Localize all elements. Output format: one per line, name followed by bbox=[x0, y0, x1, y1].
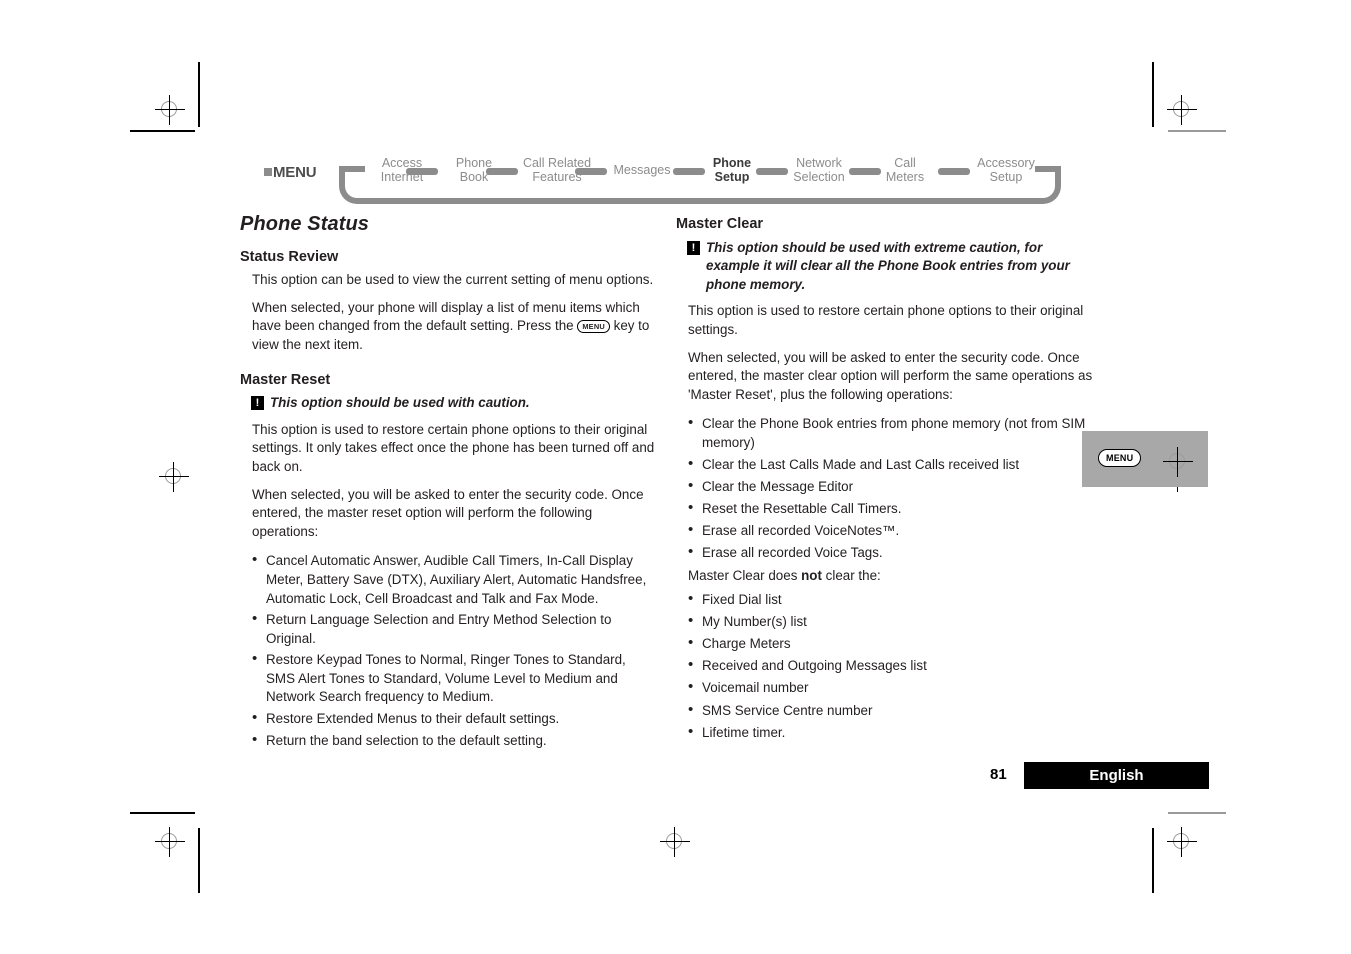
nav-item-line1: Phone bbox=[455, 156, 493, 170]
list-item: SMS Service Centre number bbox=[676, 701, 1094, 721]
nav-item-line1: Accessory bbox=[977, 156, 1035, 170]
nav-item-phone-setup[interactable]: Phone Setup bbox=[702, 156, 762, 184]
registration-mark-left-middle bbox=[159, 462, 189, 492]
list-item: Cancel Automatic Answer, Audible Call Ti… bbox=[240, 551, 658, 608]
menu-key-glyph-tab: MENU bbox=[1098, 449, 1142, 467]
crop-line-top-right-v bbox=[1152, 62, 1154, 127]
crop-line-top-left bbox=[130, 130, 195, 132]
nav-item-line2: Setup bbox=[989, 170, 1023, 184]
nav-item-line1: Messages bbox=[613, 163, 671, 177]
list-item: Clear the Phone Book entries from phone … bbox=[676, 414, 1094, 452]
master-clear-not-clear-intro: Master Clear does not clear the: bbox=[676, 567, 1094, 586]
list-item: Restore Extended Menus to their default … bbox=[240, 709, 658, 729]
menu-key-glyph: MENU bbox=[577, 320, 610, 334]
master-clear-paragraph-2: When selected, you will be asked to ente… bbox=[688, 349, 1093, 402]
not-clear-text-b: clear the: bbox=[821, 567, 881, 583]
not-clear-emphasis: not bbox=[801, 567, 822, 583]
status-review-paragraph-2: When selected, your phone will display a… bbox=[240, 299, 658, 355]
caution-note-master-reset: ! This option should be used with cautio… bbox=[240, 394, 658, 413]
nav-item-call-meters[interactable]: Call Meters bbox=[874, 156, 936, 184]
crop-line-bottom-left-v bbox=[198, 828, 200, 893]
list-item: Charge Meters bbox=[676, 634, 1094, 654]
page-title: Phone Status bbox=[240, 213, 369, 235]
list-item: Restore Keypad Tones to Normal, Ringer T… bbox=[240, 650, 658, 707]
list-item: Return Language Selection and Entry Meth… bbox=[240, 610, 658, 648]
master-reset-paragraph-2: When selected, you will be asked to ente… bbox=[252, 486, 644, 539]
master-clear-paragraph-1: This option is used to restore certain p… bbox=[688, 303, 1084, 337]
nav-item-access-internet[interactable]: Access Internet bbox=[364, 156, 440, 184]
list-item: Reset the Resettable Call Timers. bbox=[676, 499, 1094, 519]
language-badge: English bbox=[1024, 762, 1209, 789]
crop-line-bottom-right bbox=[1168, 812, 1226, 814]
page-number: 81 bbox=[990, 766, 1007, 783]
nav-item-network-selection[interactable]: Network Selection bbox=[778, 156, 860, 184]
warning-icon: ! bbox=[687, 240, 700, 255]
list-item: Clear the Last Calls Made and Last Calls… bbox=[676, 455, 1094, 475]
nav-item-line2: Internet bbox=[380, 170, 424, 184]
list-item: Clear the Message Editor bbox=[676, 477, 1094, 497]
heading-master-clear: Master Clear bbox=[676, 216, 764, 232]
list-item: Lifetime timer. bbox=[676, 723, 1094, 743]
registration-mark-top-right bbox=[1167, 95, 1197, 125]
nav-item-accessory-setup[interactable]: Accessory Setup bbox=[964, 156, 1048, 184]
nav-item-call-related-features[interactable]: Call Related Features bbox=[509, 156, 605, 184]
nav-item-messages[interactable]: Messages bbox=[604, 163, 680, 177]
warning-icon: ! bbox=[251, 396, 264, 411]
nav-item-line2: Meters bbox=[885, 170, 925, 184]
caution-text: This option should be used with extreme … bbox=[706, 239, 1070, 292]
menu-breadcrumb-nav: MENU Access Internet Phone Book Call Rel… bbox=[264, 152, 1064, 204]
registration-mark-thumb-tab bbox=[1163, 447, 1193, 477]
nav-item-line1: Call bbox=[894, 156, 916, 170]
registration-mark-bottom-center bbox=[660, 827, 690, 857]
master-clear-not-cleared-list: Fixed Dial list My Number(s) list Charge… bbox=[676, 590, 1094, 743]
list-item: Erase all recorded Voice Tags. bbox=[676, 543, 1094, 563]
nav-item-phone-book[interactable]: Phone Book bbox=[444, 156, 504, 184]
crop-line-bottom-left bbox=[130, 812, 195, 814]
caution-note-master-clear: ! This option should be used with extrem… bbox=[676, 239, 1094, 295]
list-item: Return the band selection to the default… bbox=[240, 731, 658, 751]
nav-item-line1: Access bbox=[381, 156, 423, 170]
list-item: My Number(s) list bbox=[676, 612, 1094, 632]
nav-item-line2: Setup bbox=[714, 170, 750, 184]
nav-item-line2: Book bbox=[459, 170, 489, 184]
list-item: Received and Outgoing Messages list bbox=[676, 656, 1094, 676]
registration-mark-bottom-right bbox=[1167, 827, 1197, 857]
status-review-paragraph-1: This option can be used to view the curr… bbox=[252, 272, 654, 288]
nav-item-line2: Features bbox=[532, 170, 582, 184]
right-column: Master Clear ! This option should be use… bbox=[676, 215, 1094, 746]
master-clear-bullet-list: Clear the Phone Book entries from phone … bbox=[676, 414, 1094, 563]
master-reset-bullet-list: Cancel Automatic Answer, Audible Call Ti… bbox=[240, 551, 658, 751]
crop-line-top-left-v bbox=[198, 62, 200, 127]
registration-mark-bottom-left bbox=[155, 827, 185, 857]
master-reset-paragraph-1: This option is used to restore certain p… bbox=[252, 421, 655, 474]
square-bullet-icon bbox=[264, 168, 272, 176]
nav-item-line1: Phone bbox=[712, 156, 752, 170]
nav-track-cap-left bbox=[339, 166, 365, 172]
heading-status-review: Status Review bbox=[240, 248, 339, 265]
crop-line-bottom-right-v bbox=[1152, 828, 1154, 893]
nav-item-line1: Call Related bbox=[522, 156, 592, 170]
nav-item-line2: Selection bbox=[793, 170, 845, 184]
crop-line-top-right bbox=[1168, 130, 1226, 132]
nav-item-line1: Network bbox=[796, 156, 842, 170]
registration-mark-top-left bbox=[155, 95, 185, 125]
list-item: Voicemail number bbox=[676, 678, 1094, 698]
left-column: Phone Status Status Review This option c… bbox=[240, 213, 658, 753]
heading-master-reset: Master Reset bbox=[240, 371, 331, 388]
nav-menu-root-label: MENU bbox=[264, 164, 317, 181]
list-item: Fixed Dial list bbox=[676, 590, 1094, 610]
not-clear-text-a: Master Clear does bbox=[688, 567, 802, 583]
list-item: Erase all recorded VoiceNotes™. bbox=[676, 521, 1094, 541]
caution-text: This option should be used with caution. bbox=[270, 395, 530, 411]
